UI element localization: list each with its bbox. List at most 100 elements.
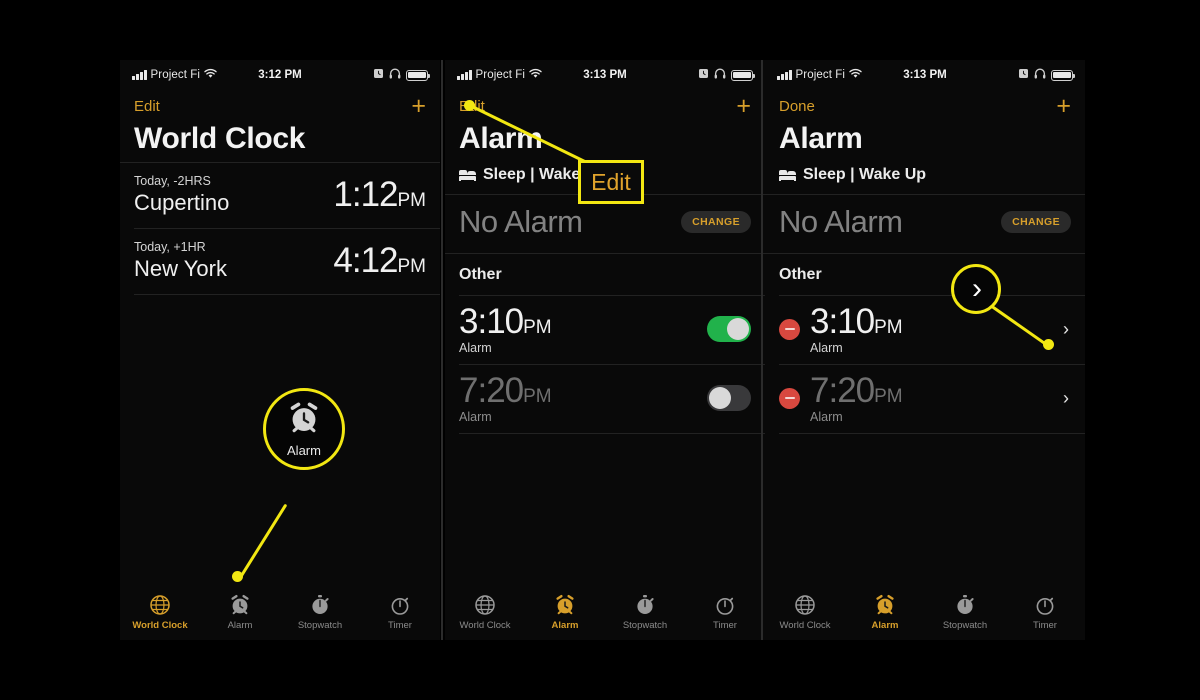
alarm-clock-status-icon	[373, 68, 384, 82]
change-button[interactable]: CHANGE	[1001, 211, 1071, 233]
chevron-right-icon[interactable]: ›	[1063, 388, 1071, 409]
tab-stopwatch[interactable]: Stopwatch	[280, 594, 360, 631]
status-bar: Project Fi 3:13 PM	[765, 60, 1085, 90]
tab-label: Alarm	[551, 619, 579, 631]
signal-bars-icon	[132, 70, 147, 80]
tab-label: Stopwatch	[622, 619, 668, 631]
alarm-row[interactable]: 7:20PM Alarm ›	[765, 365, 1085, 433]
callout-label: Edit	[591, 168, 631, 195]
sleep-wake-row[interactable]: Sleep | Wake Up	[765, 162, 1085, 194]
alarm-row[interactable]: 7:20PM Alarm	[445, 365, 765, 433]
edit-button[interactable]: Edit	[134, 98, 160, 115]
headphones-icon	[389, 68, 401, 82]
tab-alarm[interactable]: Alarm	[200, 594, 280, 631]
tab-world-clock[interactable]: World Clock	[765, 594, 845, 631]
tab-timer[interactable]: Timer	[1005, 594, 1085, 631]
tab-bar: World Clock Alarm Stopwatch Timer	[765, 584, 1085, 640]
alarm-label: Alarm	[810, 410, 843, 425]
alarm-time: 7:20PM	[459, 371, 552, 411]
tab-label: Stopwatch	[942, 619, 988, 631]
done-button[interactable]: Done	[779, 98, 815, 115]
carrier-label: Project Fi	[150, 69, 201, 81]
alarm-info: 7:20PM Alarm	[459, 372, 697, 424]
battery-icon	[1051, 69, 1075, 81]
world-clock-info: Today, -2HRS Cupertino	[134, 173, 323, 216]
stopwatch-icon	[954, 594, 976, 616]
tab-alarm[interactable]: Alarm	[845, 594, 925, 631]
nav-bar: Done +	[765, 90, 1085, 120]
clock-offset: Today, -2HRS	[134, 174, 211, 188]
tab-timer[interactable]: Timer	[685, 594, 765, 631]
clock-city: Cupertino	[134, 190, 230, 215]
alarm-label: Alarm	[459, 341, 492, 356]
bed-icon	[779, 169, 796, 181]
carrier-label: Project Fi	[475, 69, 526, 81]
divider	[134, 294, 440, 295]
alarm-toggle[interactable]	[707, 385, 751, 412]
clock-time: 1:12PM	[333, 174, 427, 214]
panel-divider	[441, 60, 443, 640]
alarm-label: Alarm	[810, 341, 843, 356]
battery-icon	[406, 69, 430, 81]
alarm-toggle[interactable]	[707, 316, 751, 343]
alarm-row[interactable]: 3:10PM Alarm ›	[765, 296, 1085, 364]
tab-world-clock[interactable]: World Clock	[445, 594, 525, 631]
clock-offset: Today, +1HR	[134, 240, 206, 254]
alarm-info: 7:20PM Alarm	[810, 372, 1053, 424]
wifi-icon	[204, 68, 217, 82]
minus-circle-icon[interactable]	[779, 318, 800, 340]
tab-label: Timer	[388, 619, 412, 631]
tab-world-clock[interactable]: World Clock	[120, 594, 200, 631]
alarm-clock-status-icon	[1018, 68, 1029, 82]
panel-divider	[761, 60, 763, 640]
nav-bar: Edit +	[120, 90, 440, 120]
timer-icon	[714, 594, 736, 616]
page-title: Alarm	[779, 122, 863, 155]
alarm-row[interactable]: 3:10PM Alarm	[445, 296, 765, 364]
status-bar: Project Fi 3:13 PM	[445, 60, 765, 90]
alarm-ampm: PM	[874, 317, 903, 338]
timer-icon	[1034, 594, 1056, 616]
tab-label: Alarm	[227, 619, 253, 631]
sleep-alarm-status: No Alarm	[779, 204, 903, 239]
tab-label: World Clock	[132, 619, 188, 631]
add-button[interactable]: +	[411, 93, 426, 119]
tab-timer[interactable]: Timer	[360, 594, 440, 631]
toggle-knob	[727, 318, 749, 341]
world-clock-info: Today, +1HR New York	[134, 239, 323, 282]
clock-ampm: PM	[397, 189, 427, 211]
minus-circle-icon[interactable]	[779, 387, 800, 409]
phone-panel-alarm-edit: Project Fi 3:13 PM Done + Alarm Sleep | …	[765, 60, 1085, 640]
status-bar-left: Project Fi	[777, 68, 862, 82]
world-clock-row[interactable]: Today, -2HRS Cupertino 1:12PM	[120, 163, 440, 228]
change-button[interactable]: CHANGE	[681, 211, 751, 233]
signal-bars-icon	[457, 70, 472, 80]
headphones-icon	[714, 68, 726, 82]
tab-alarm[interactable]: Alarm	[525, 594, 605, 631]
alarm-clock-icon	[874, 594, 896, 616]
status-bar-right	[698, 68, 755, 82]
wifi-icon	[849, 68, 862, 82]
callout-anchor-dot	[232, 571, 243, 582]
page-title: World Clock	[134, 122, 306, 155]
callout-anchor-dot	[1043, 339, 1054, 350]
tab-label: World Clock	[459, 619, 511, 631]
chevron-right-icon[interactable]: ›	[1063, 319, 1071, 340]
alarm-label: Alarm	[459, 410, 492, 425]
page-title: Alarm	[459, 122, 543, 155]
tab-stopwatch[interactable]: Stopwatch	[925, 594, 1005, 631]
world-clock-row[interactable]: Today, +1HR New York 4:12PM	[120, 229, 440, 294]
sleep-alarm-status-row: No Alarm CHANGE	[765, 195, 1085, 253]
section-header-other: Other	[459, 266, 502, 283]
callout-label: Alarm	[287, 442, 321, 458]
add-button[interactable]: +	[736, 93, 751, 119]
alarm-ampm: PM	[523, 386, 552, 408]
clock-time: 4:12PM	[333, 240, 426, 280]
alarm-info: 3:10PM Alarm	[810, 303, 1053, 355]
tab-label: Stopwatch	[297, 619, 343, 631]
tab-stopwatch[interactable]: Stopwatch	[605, 594, 685, 631]
add-button[interactable]: +	[1056, 93, 1071, 119]
alarm-clock-status-icon	[698, 68, 709, 82]
sleep-wake-label: Sleep | Wake Up	[803, 166, 927, 183]
timer-icon	[389, 594, 411, 616]
